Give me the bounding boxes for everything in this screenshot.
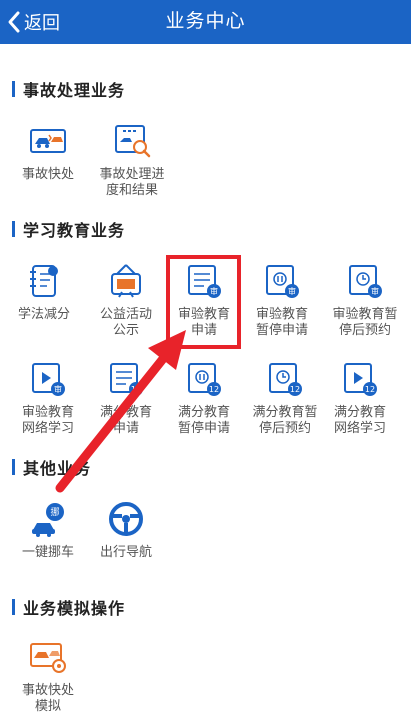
arrow-annotation: [55, 330, 186, 493]
